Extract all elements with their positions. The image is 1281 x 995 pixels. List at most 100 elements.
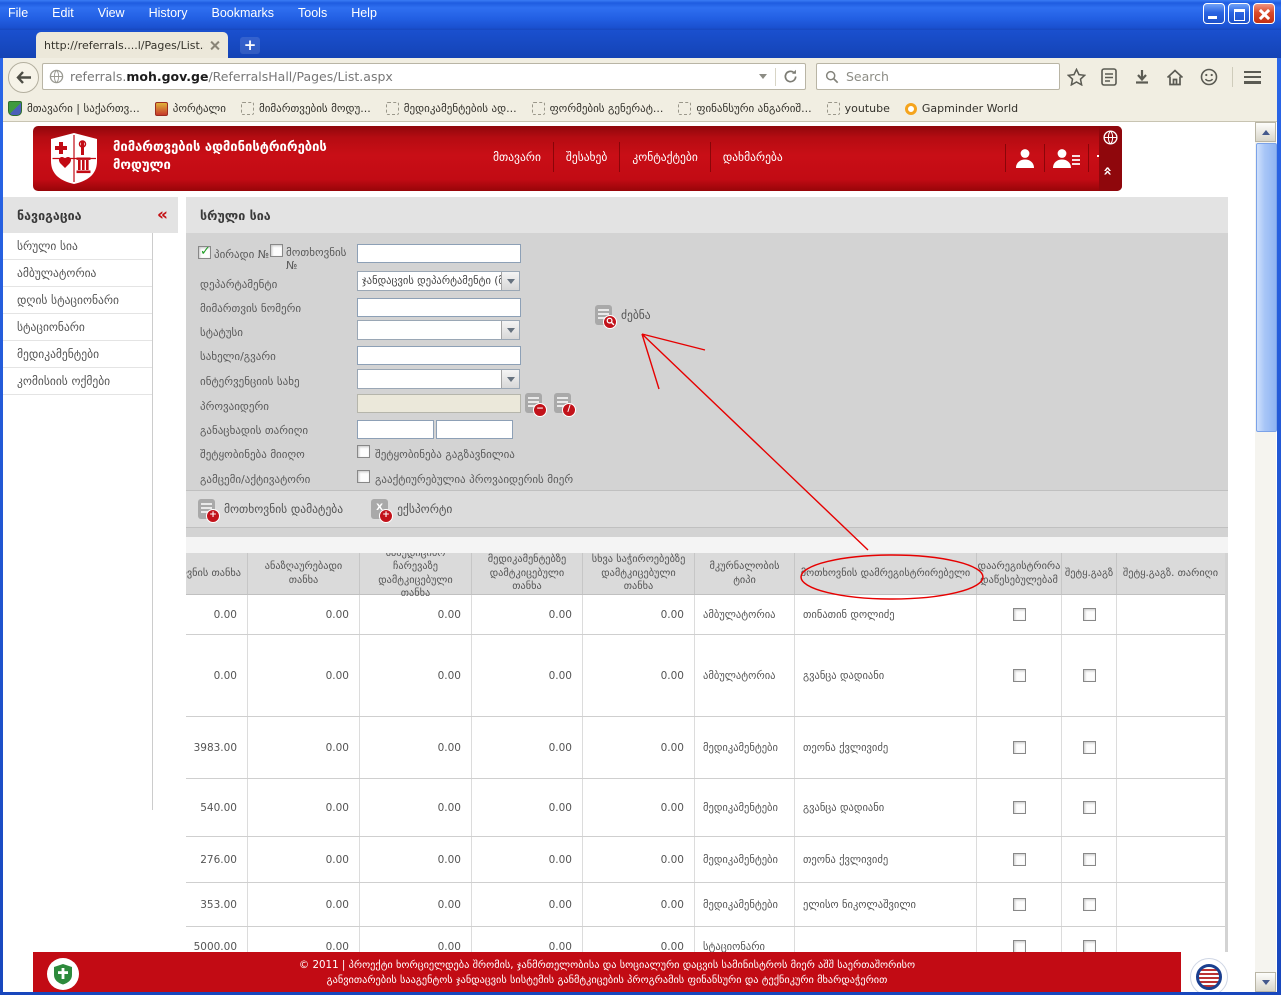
add-request-button[interactable]: მოთხოვნის დამატება xyxy=(224,502,343,516)
sidebar-item-medications[interactable]: მედიკამენტები xyxy=(3,341,152,368)
bookmarks-panel-icon[interactable] xyxy=(1097,65,1121,89)
nav-contacts[interactable]: კონტაქტები xyxy=(619,142,709,172)
row-checkbox[interactable] xyxy=(1083,898,1096,911)
row-checkbox[interactable] xyxy=(1083,940,1096,952)
id-number-input[interactable] xyxy=(357,244,521,263)
table-row[interactable]: 5000.00 0.00 0.00 0.00 0.00 სტაციონარი xyxy=(186,927,1225,952)
row-checkbox[interactable] xyxy=(1083,741,1096,754)
row-checkbox[interactable] xyxy=(1083,801,1096,814)
bookmark-item[interactable]: youtube xyxy=(827,102,890,115)
nav-about[interactable]: შესახებ xyxy=(553,142,619,172)
menu-tools[interactable]: Tools xyxy=(298,4,327,22)
bookmark-item[interactable]: მედიკამენტების ად... xyxy=(386,102,517,115)
add-request-icon[interactable]: + xyxy=(198,499,215,519)
chevron-down-icon[interactable] xyxy=(501,272,519,290)
minimize-button[interactable] xyxy=(1203,3,1225,24)
row-checkbox[interactable] xyxy=(1013,741,1026,754)
table-row[interactable]: 353.00 0.00 0.00 0.00 0.00 მედიკამენტები… xyxy=(186,883,1225,927)
hamburger-menu-icon[interactable] xyxy=(1240,65,1264,89)
chevron-down-icon[interactable] xyxy=(501,321,519,339)
sidebar-item-full-list[interactable]: სრული სია xyxy=(3,233,152,260)
row-checkbox[interactable] xyxy=(1013,608,1026,621)
sidebar-collapse-icon[interactable]: « xyxy=(157,205,168,225)
status-select[interactable] xyxy=(357,320,520,340)
scrollbar-thumb[interactable] xyxy=(1256,143,1277,432)
bookmark-item[interactable]: მიმართვების მოდუ... xyxy=(241,102,371,115)
table-row[interactable]: 3983.00 0.00 0.00 0.00 0.00 მედიკამენტებ… xyxy=(186,717,1225,779)
url-history-dropdown-icon[interactable] xyxy=(759,74,767,79)
home-icon[interactable] xyxy=(1163,65,1187,89)
feedback-smiley-icon[interactable] xyxy=(1197,65,1221,89)
row-checkbox[interactable] xyxy=(1083,608,1096,621)
menu-edit[interactable]: Edit xyxy=(52,4,74,22)
nav-help[interactable]: დახმარება xyxy=(710,142,795,172)
profile-icon[interactable] xyxy=(1005,144,1044,172)
table-row[interactable]: 540.00 0.00 0.00 0.00 0.00 მედიკამენტები… xyxy=(186,779,1225,837)
col-registrar[interactable]: მოთხოვნის დამრეგისტრირებელი xyxy=(795,553,977,594)
bookmark-item[interactable]: პორტალი xyxy=(155,102,226,116)
col-treatment-type[interactable]: მკურნალობის ტიპი xyxy=(695,553,795,594)
row-checkbox[interactable] xyxy=(1013,940,1026,952)
restore-button[interactable] xyxy=(1228,3,1250,24)
row-checkbox[interactable] xyxy=(1013,898,1026,911)
bookmark-item[interactable]: მთავარი | საქართვ... xyxy=(8,101,140,116)
col-reimbursable-amount[interactable]: ანაზღაურებადი თანხა xyxy=(248,553,360,594)
sidebar-item-hospital[interactable]: სტაციონარი xyxy=(3,314,152,341)
search-button[interactable]: ძებნა xyxy=(595,305,651,325)
menu-help[interactable]: Help xyxy=(351,4,377,22)
issuer-checkbox[interactable] xyxy=(357,470,370,483)
url-bar[interactable]: referrals.moh.gov.ge/ReferralsHall/Pages… xyxy=(42,63,806,90)
row-checkbox[interactable] xyxy=(1013,801,1026,814)
col-approved-intervention[interactable]: სამედიცინო ჩარევაზე დამტკიცებული თანხა xyxy=(360,553,472,594)
bookmark-item[interactable]: ფინანსური ანგარიშ... xyxy=(678,102,811,115)
table-row[interactable]: 0.00 0.00 0.00 0.00 0.00 ამბულატორია თინ… xyxy=(186,595,1225,635)
browser-tab[interactable]: http://referrals....l/Pages/List.aspx xyxy=(36,32,228,58)
menu-view[interactable]: View xyxy=(98,4,125,22)
users-list-icon[interactable] xyxy=(1044,144,1088,172)
bookmark-item[interactable]: ფორმების გენერატ... xyxy=(532,102,664,115)
scroll-up-icon[interactable] xyxy=(1255,122,1276,142)
sidebar-item-ambulatory[interactable]: ამბულატორია xyxy=(3,260,152,287)
department-select[interactable]: ჯანდაცვის დეპარტამენტი (მე xyxy=(357,271,520,291)
provider-clear-icon[interactable]: ∕ xyxy=(554,393,571,413)
reload-icon[interactable] xyxy=(783,69,798,84)
search-box[interactable] xyxy=(816,63,1060,90)
vertical-scrollbar[interactable] xyxy=(1255,122,1276,992)
table-row[interactable]: 276.00 0.00 0.00 0.00 0.00 მედიკამენტები… xyxy=(186,837,1225,883)
request-no-checkbox[interactable] xyxy=(270,244,283,257)
menu-file[interactable]: File xyxy=(8,4,28,22)
new-tab-button[interactable] xyxy=(240,37,260,54)
downloads-icon[interactable] xyxy=(1130,65,1154,89)
tab-close-icon[interactable] xyxy=(210,40,220,50)
scroll-down-icon[interactable] xyxy=(1255,972,1276,992)
name-input[interactable] xyxy=(357,346,521,365)
export-icon[interactable]: X+ xyxy=(371,499,388,519)
date-to-input[interactable] xyxy=(436,420,513,439)
row-checkbox[interactable] xyxy=(1013,853,1026,866)
collapse-header-icon[interactable] xyxy=(1098,168,1116,176)
col-approved-other[interactable]: სხვა საჭიროებებზე დამტკიცებული თანხა xyxy=(583,553,695,594)
row-checkbox[interactable] xyxy=(1083,669,1096,682)
col-approved-medications[interactable]: მედიკამენტებზე დამტკიცებული თანხა xyxy=(472,553,583,594)
referral-no-input[interactable] xyxy=(357,298,521,317)
bookmark-star-icon[interactable] xyxy=(1064,65,1088,89)
date-from-input[interactable] xyxy=(357,420,434,439)
row-checkbox[interactable] xyxy=(1083,853,1096,866)
col-request-amount[interactable]: ოვნის თანხა xyxy=(186,553,248,594)
sidebar-item-day-hospital[interactable]: დღის სტაციონარი xyxy=(3,287,152,314)
sidebar-item-commission[interactable]: კომისიის ოქმები xyxy=(3,368,152,395)
notification-checkbox[interactable] xyxy=(357,445,370,458)
intervention-select[interactable] xyxy=(357,369,520,389)
personal-no-checkbox[interactable] xyxy=(198,246,211,259)
close-button[interactable] xyxy=(1253,3,1275,24)
back-button[interactable] xyxy=(8,62,39,93)
nav-home[interactable]: მთავარი xyxy=(481,142,553,172)
language-globe-icon[interactable] xyxy=(1103,130,1118,145)
export-button[interactable]: ექსპორტი xyxy=(397,502,452,516)
row-checkbox[interactable] xyxy=(1013,669,1026,682)
col-notif-sent[interactable]: შეტყ.გაგზ xyxy=(1062,553,1117,594)
table-row[interactable]: 0.00 0.00 0.00 0.00 0.00 ამბულატორია გვა… xyxy=(186,635,1225,717)
chevron-down-icon[interactable] xyxy=(501,370,519,388)
provider-pick-icon[interactable]: − xyxy=(525,393,542,413)
url-text[interactable]: referrals.moh.gov.ge/ReferralsHall/Pages… xyxy=(70,69,751,84)
